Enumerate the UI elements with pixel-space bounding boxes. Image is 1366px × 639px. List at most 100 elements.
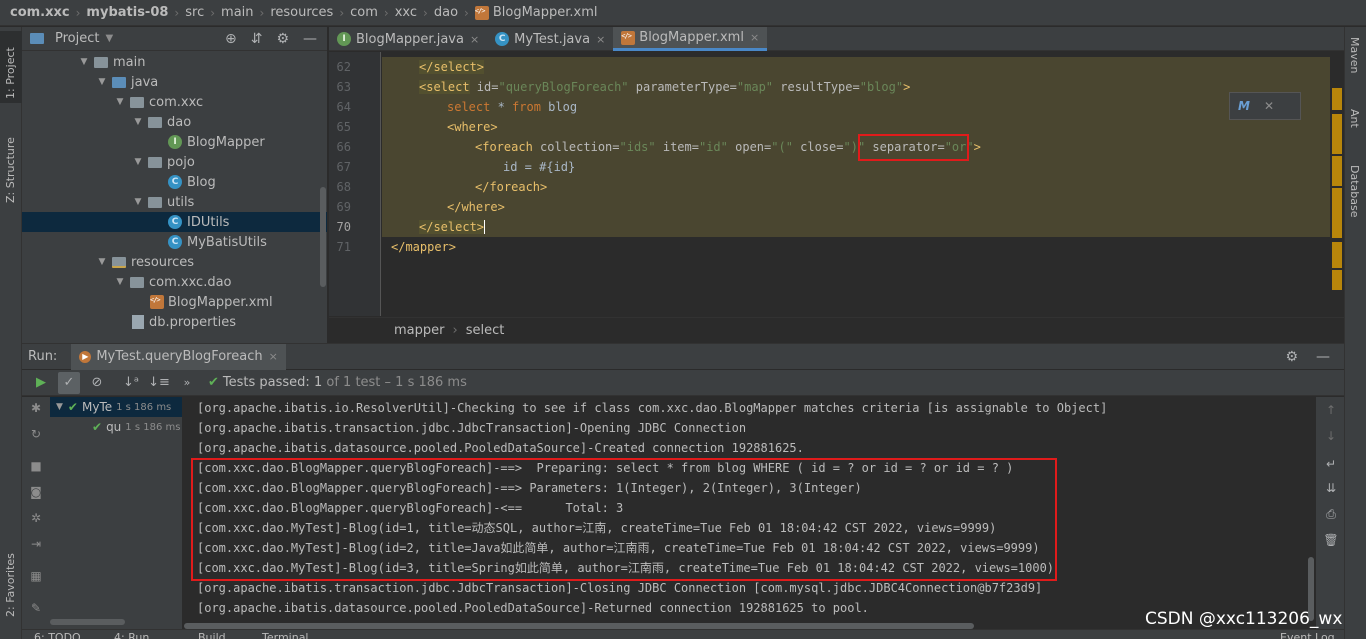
expand-arrow-icon[interactable]: ▼ <box>96 257 108 267</box>
scroll-up-icon[interactable]: ↑ <box>1323 403 1339 419</box>
favorites-tool-tab[interactable]: 2: Favorites <box>0 537 22 621</box>
crumb-xxc[interactable]: xxc <box>395 5 417 20</box>
print-icon[interactable]: ⎙ <box>1323 507 1339 523</box>
camera-icon[interactable]: ◙ <box>28 485 44 501</box>
run-tool-button[interactable]: 4: Run <box>114 631 149 639</box>
todo-tool-button[interactable]: 6: TODO <box>34 631 81 639</box>
show-passed-icon[interactable]: ✓ <box>58 371 80 394</box>
tree-item-blog[interactable]: C Blog <box>22 172 327 192</box>
change-marker[interactable] <box>1332 88 1342 110</box>
pin-icon[interactable]: ✎ <box>28 601 44 617</box>
trash-icon[interactable]: 🗑 <box>1323 533 1339 549</box>
exit-icon[interactable]: ⇥ <box>28 537 44 553</box>
test-results-tree: ▼ ✔ MyTe 1 s 186 ms ✔ qu 1 s 186 ms <box>50 397 183 629</box>
close-icon[interactable]: ✕ <box>1264 99 1274 113</box>
hide-icon[interactable]: — <box>1316 349 1330 365</box>
maven-tool-tab[interactable]: Maven <box>1345 33 1366 93</box>
settings-icon[interactable]: ✲ <box>28 511 44 527</box>
change-marker[interactable] <box>1332 114 1342 154</box>
chevron-down-icon[interactable]: ▼ <box>105 33 113 44</box>
mybatis-icon[interactable]: M <box>1238 99 1250 113</box>
tree-item-main[interactable]: ▼ main <box>22 52 327 72</box>
run-tab[interactable]: ▶ MyTest.queryBlogForeach × <box>71 343 286 370</box>
tree-item-pojo[interactable]: ▼ pojo <box>22 152 327 172</box>
crumb-dao[interactable]: dao <box>434 5 458 20</box>
scroll-to-end-icon[interactable]: ⇊ <box>1323 481 1339 497</box>
tree-item-com-xxc-dao[interactable]: ▼ com.xxc.dao <box>22 272 327 292</box>
tree-item-resources[interactable]: ▼ resources <box>22 252 327 272</box>
breadcrumb-select[interactable]: select <box>466 323 505 338</box>
collapse-all-icon[interactable]: ⇵ <box>251 31 263 47</box>
debug-icon[interactable]: ✱ <box>28 401 44 417</box>
crumb-com[interactable]: com <box>350 5 378 20</box>
build-tool-button[interactable]: Build <box>198 631 226 639</box>
gear-icon[interactable]: ⚙ <box>276 31 289 47</box>
crumb-src[interactable]: src <box>185 5 204 20</box>
crumb-module[interactable]: mybatis-08 <box>86 5 168 20</box>
tree-item-blogmapper[interactable]: I BlogMapper <box>22 132 327 152</box>
sort-alpha-icon[interactable]: ↓ᵃ <box>120 372 142 394</box>
sort-duration-icon[interactable]: ↓≡ <box>148 372 170 394</box>
expand-arrow-icon[interactable]: ▼ <box>132 117 144 127</box>
expand-arrow-icon[interactable]: ▼ <box>56 402 63 412</box>
crumb-project[interactable]: com.xxc <box>10 5 70 20</box>
expand-arrow-icon[interactable]: ▼ <box>114 97 126 107</box>
code-editor[interactable]: 62 63 64 65 66 67 68 69 70 71 </select> … <box>329 52 1344 316</box>
tree-item-blogmapper-xml[interactable]: BlogMapper.xml <box>22 292 327 312</box>
tree-item-dao[interactable]: ▼ dao <box>22 112 327 132</box>
tree-item-db-properties[interactable]: db.properties <box>22 312 327 332</box>
breadcrumb-mapper[interactable]: mapper <box>394 323 444 338</box>
close-icon[interactable]: × <box>750 31 759 44</box>
tree-item-label: utils <box>167 194 195 210</box>
gear-icon[interactable]: ⚙ <box>1285 349 1298 365</box>
ant-tool-tab[interactable]: Ant <box>1345 105 1366 145</box>
database-tool-tab[interactable]: Database <box>1345 161 1366 241</box>
tree-item-mybatisutils[interactable]: C MyBatisUtils <box>22 232 327 252</box>
tab-blogmapper-java[interactable]: I BlogMapper.java × <box>329 27 487 51</box>
layout-icon[interactable]: ▦ <box>28 569 44 585</box>
project-scrollbar[interactable] <box>320 187 326 287</box>
hide-icon[interactable]: — <box>303 31 317 47</box>
expand-arrow-icon[interactable]: ▼ <box>114 277 126 287</box>
tree-item-utils[interactable]: ▼ utils <box>22 192 327 212</box>
change-marker[interactable] <box>1332 188 1342 238</box>
more-icon[interactable]: » <box>176 372 198 394</box>
test-tree-scrollbar[interactable] <box>50 619 125 625</box>
mybatis-popup[interactable]: M ✕ <box>1229 92 1301 120</box>
locate-icon[interactable]: ⊕ <box>225 31 237 47</box>
crumb-file[interactable]: BlogMapper.xml <box>493 5 598 20</box>
soft-wrap-icon[interactable]: ↵ <box>1323 457 1339 473</box>
crumb-resources[interactable]: resources <box>270 5 333 20</box>
change-marker[interactable] <box>1332 156 1342 186</box>
event-log-button[interactable]: Event Log <box>1280 631 1335 639</box>
sql-keyword: select <box>447 100 491 114</box>
tree-item-java[interactable]: ▼ java <box>22 72 327 92</box>
tab-mytest-java[interactable]: C MyTest.java × <box>487 27 613 51</box>
stop-icon[interactable]: ■ <box>28 459 44 475</box>
expand-arrow-icon[interactable]: ▼ <box>132 157 144 167</box>
project-tool-tab[interactable]: 1: Project <box>0 31 22 103</box>
pass-check-icon: ✔ <box>67 400 78 414</box>
expand-arrow-icon[interactable]: ▼ <box>78 57 90 67</box>
scroll-down-icon[interactable]: ↓ <box>1323 429 1339 445</box>
crumb-main[interactable]: main <box>221 5 253 20</box>
project-view-selector[interactable]: Project <box>55 31 99 46</box>
structure-tool-tab[interactable]: Z: Structure <box>0 117 22 207</box>
tree-item-idutils[interactable]: C IDUtils <box>22 212 327 232</box>
tab-blogmapper-xml[interactable]: BlogMapper.xml × <box>613 27 768 51</box>
console-output[interactable]: [org.apache.ibatis.io.ResolverUtil]-Chec… <box>184 397 1316 629</box>
test-node-method[interactable]: ✔ qu 1 s 186 ms <box>50 417 182 437</box>
expand-arrow-icon[interactable]: ▼ <box>96 77 108 87</box>
rerun-failed-icon[interactable]: ↻ <box>28 427 44 443</box>
tree-item-com-xxc[interactable]: ▼ com.xxc <box>22 92 327 112</box>
close-icon[interactable]: × <box>596 33 605 46</box>
change-marker[interactable] <box>1332 242 1342 268</box>
close-icon[interactable]: × <box>470 33 479 46</box>
show-ignored-icon[interactable]: ⊘ <box>86 372 108 394</box>
rerun-icon[interactable]: ▶ <box>30 372 52 394</box>
change-marker[interactable] <box>1332 270 1342 290</box>
test-node-class[interactable]: ▼ ✔ MyTe 1 s 186 ms <box>50 397 182 417</box>
expand-arrow-icon[interactable]: ▼ <box>132 197 144 207</box>
close-icon[interactable]: × <box>269 350 278 363</box>
terminal-tool-button[interactable]: Terminal <box>262 631 309 639</box>
